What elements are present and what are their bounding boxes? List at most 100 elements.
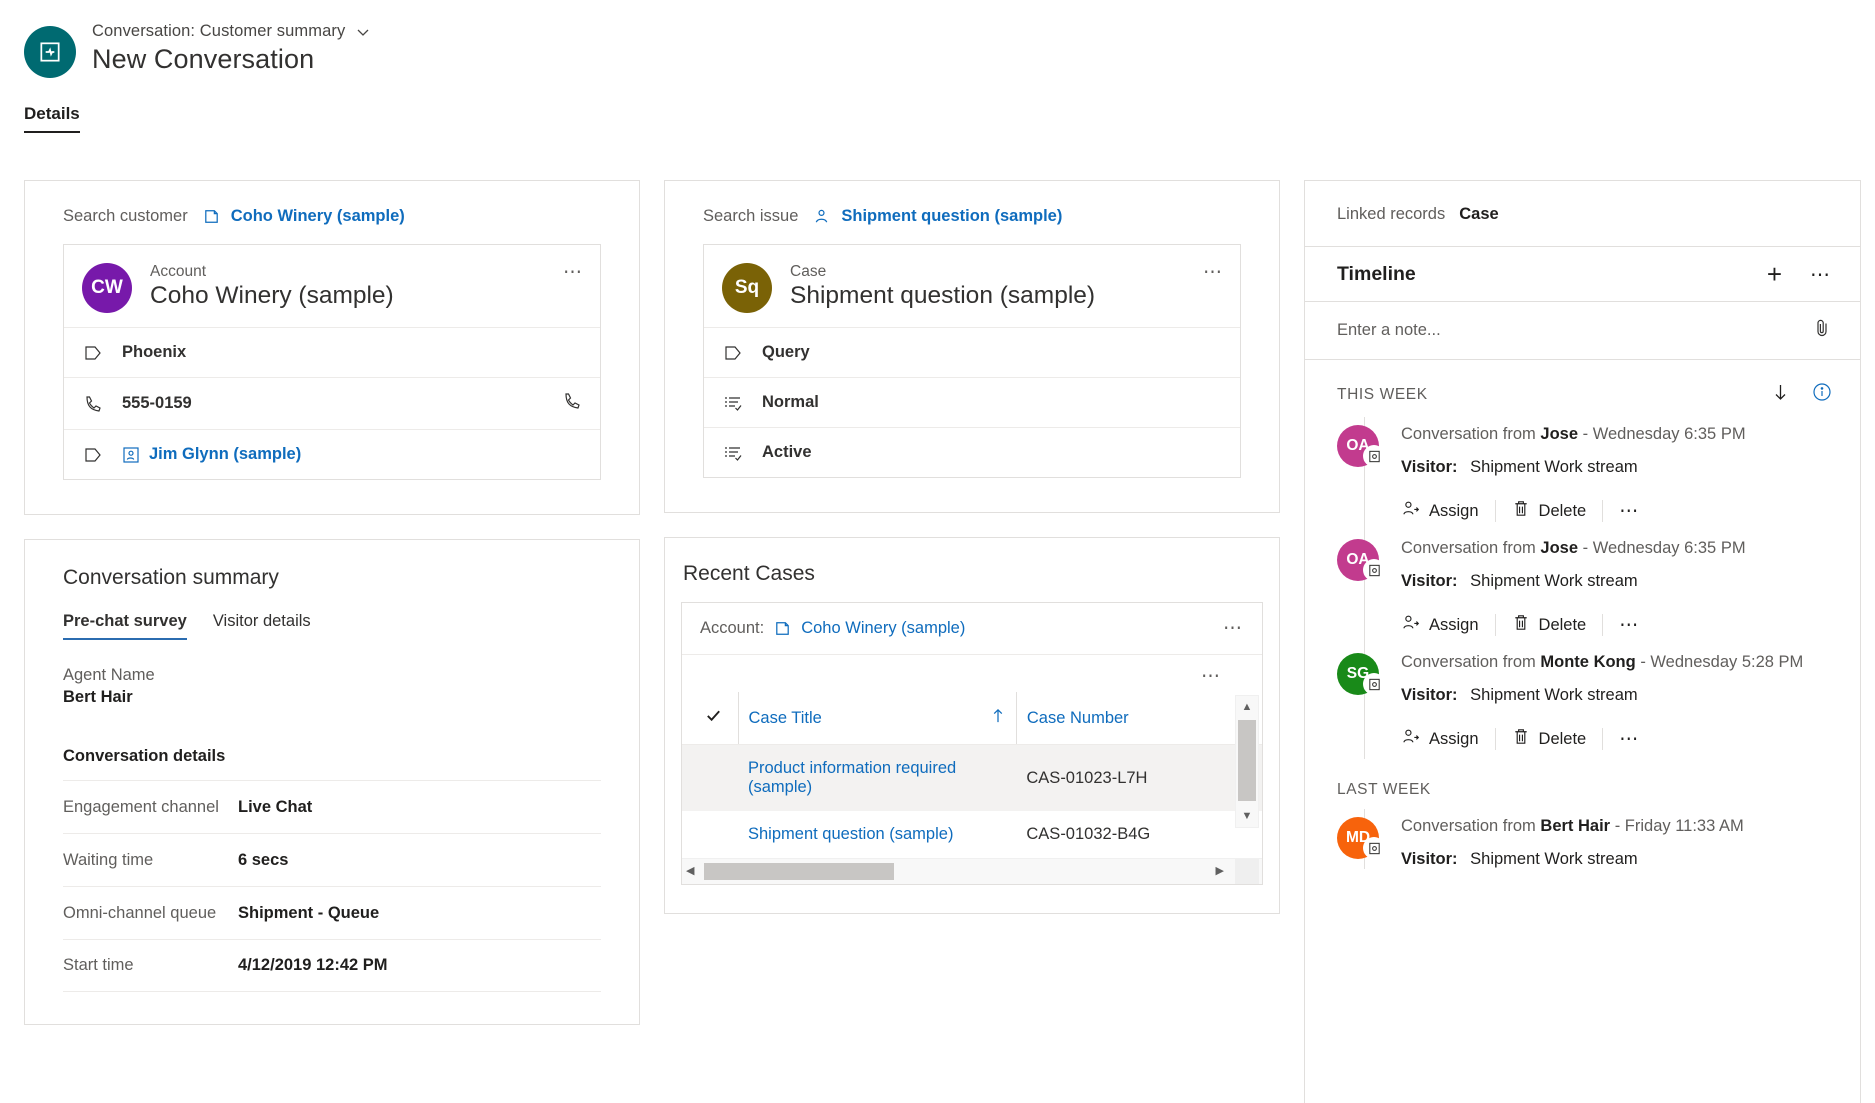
delete-button[interactable]: Delete xyxy=(1512,499,1603,523)
recent-cases-grid-wrap: Case Title Case Number xyxy=(682,692,1262,858)
assign-label: Assign xyxy=(1429,502,1479,521)
recent-cases-account-link[interactable]: Coho Winery (sample) xyxy=(801,619,965,638)
timeline-section-label: LAST WEEK xyxy=(1337,781,1431,799)
location-icon xyxy=(82,344,104,362)
delete-button[interactable]: Delete xyxy=(1512,613,1603,637)
case-card: Sq Case Shipment question (sample) ⋯ Que… xyxy=(703,244,1241,478)
ellipsis-icon[interactable]: ⋯ xyxy=(1619,614,1640,637)
action-separator xyxy=(1495,500,1496,522)
assign-button[interactable]: Assign xyxy=(1401,727,1495,751)
search-customer-label: Search customer xyxy=(63,207,188,226)
timeline-item-author: Monte Kong xyxy=(1540,653,1635,671)
account-contact-link[interactable]: Jim Glynn (sample) xyxy=(122,445,301,464)
conversation-summary-body: Agent Name Bert Hair Conversation detail… xyxy=(25,666,639,1024)
row-select-cell[interactable] xyxy=(682,811,738,858)
timeline-section-header: LAST WEEK xyxy=(1305,759,1860,809)
plus-icon[interactable]: + xyxy=(1767,261,1782,287)
linked-records-value[interactable]: Case xyxy=(1459,205,1498,224)
timeline-item-author: Jose xyxy=(1540,425,1578,443)
recent-cases-title: Recent Cases xyxy=(665,538,1279,586)
vertical-scroll-thumb[interactable] xyxy=(1238,720,1256,801)
row-select-cell[interactable] xyxy=(682,745,738,812)
account-entity-icon xyxy=(773,619,792,638)
case-row-priority: Normal xyxy=(704,377,1240,427)
row-case-title-link[interactable]: Shipment question (sample) xyxy=(748,825,953,843)
row-case-title-link[interactable]: Product information required (sample) xyxy=(748,759,956,796)
timeline-item[interactable]: MD Conversation from Bert Hair xyxy=(1337,809,1860,869)
grid-vertical-scrollbar[interactable]: ▲ ▼ xyxy=(1235,695,1259,828)
timeline-item-content: Conversation from Jose - Wednesday 6:35 … xyxy=(1393,425,1832,531)
timeline-item[interactable]: SG Conversation from Monte Kong xyxy=(1337,645,1860,759)
ellipsis-icon[interactable]: ⋯ xyxy=(1619,728,1640,751)
timeline-item[interactable]: OA Conversation from Jose - xyxy=(1337,531,1860,645)
grid-command-ellipsis-icon[interactable]: ⋯ xyxy=(682,654,1262,692)
ellipsis-icon[interactable]: ⋯ xyxy=(1619,500,1640,523)
delete-label: Delete xyxy=(1539,616,1587,635)
row-case-number-cell: CAS-01023-L7H xyxy=(1016,745,1262,812)
timeline-item-dash: - xyxy=(1583,539,1589,557)
table-row[interactable]: Product information required (sample) CA… xyxy=(682,745,1262,812)
search-issue-link[interactable]: Shipment question (sample) xyxy=(841,207,1062,226)
account-row-phone: 555-0159 xyxy=(64,377,600,429)
grid-col-case-title[interactable]: Case Title xyxy=(738,692,1016,745)
timeline-item-field: Visitor: Shipment Work stream xyxy=(1401,572,1832,591)
scroll-up-arrow-icon[interactable]: ▲ xyxy=(1236,696,1258,718)
case-card-ellipsis-icon[interactable]: ⋯ xyxy=(1203,261,1224,284)
row-case-title-cell[interactable]: Shipment question (sample) xyxy=(738,811,1016,858)
timeline-header-actions: + ⋯ xyxy=(1767,261,1832,287)
chevron-down-icon[interactable] xyxy=(355,24,371,40)
info-icon[interactable] xyxy=(1812,382,1832,407)
detail-row: Omni-channel queue Shipment - Queue xyxy=(63,886,601,939)
timeline-section-label: THIS WEEK xyxy=(1337,386,1428,404)
case-row-type: Query xyxy=(704,327,1240,377)
action-separator xyxy=(1602,614,1603,636)
search-customer-value[interactable]: Coho Winery (sample) xyxy=(202,207,405,226)
priority-icon xyxy=(722,444,744,462)
conversation-summary-title: Conversation summary xyxy=(25,540,639,590)
timeline-header: Timeline + ⋯ xyxy=(1305,246,1860,301)
horizontal-scroll-thumb[interactable] xyxy=(704,863,894,880)
grid-header-row: Case Title Case Number xyxy=(682,692,1262,745)
detail-key: Start time xyxy=(63,956,238,975)
timeline-item[interactable]: OA Conversation from Jose - xyxy=(1337,417,1860,531)
grid-col-case-number[interactable]: Case Number xyxy=(1016,692,1262,745)
assign-user-icon xyxy=(1401,727,1420,751)
ellipsis-icon[interactable]: ⋯ xyxy=(1810,262,1832,287)
search-customer-row: Search customer Coho Winery (sample) xyxy=(25,181,639,244)
search-customer-link[interactable]: Coho Winery (sample) xyxy=(231,207,405,226)
recent-cases-account-label: Account: xyxy=(700,619,764,638)
scroll-down-arrow-icon[interactable]: ▼ xyxy=(1236,805,1258,827)
timeline-note-input[interactable]: Enter a note... xyxy=(1305,301,1860,360)
scroll-left-arrow-icon[interactable]: ◀ xyxy=(686,864,694,877)
breadcrumb-label: Conversation: Customer summary xyxy=(92,22,345,41)
tab-details[interactable]: Details xyxy=(24,104,80,133)
breadcrumb[interactable]: Conversation: Customer summary xyxy=(92,22,371,41)
tab-pre-chat-survey[interactable]: Pre-chat survey xyxy=(63,612,187,640)
case-type-value: Query xyxy=(762,343,810,362)
account-card-ellipsis-icon[interactable]: ⋯ xyxy=(563,261,584,284)
row-case-title-cell[interactable]: Product information required (sample) xyxy=(738,745,1016,812)
recent-cases-ellipsis-icon[interactable]: ⋯ xyxy=(1223,617,1244,640)
table-row[interactable]: Shipment question (sample) CAS-01032-B4G xyxy=(682,811,1262,858)
sort-descending-icon[interactable] xyxy=(1771,382,1790,407)
account-card-title-block: Account Coho Winery (sample) xyxy=(150,263,394,310)
timeline-item-content: Conversation from Jose - Wednesday 6:35 … xyxy=(1393,539,1832,645)
search-issue-value[interactable]: Shipment question (sample) xyxy=(812,207,1062,226)
paperclip-icon[interactable] xyxy=(1812,318,1832,343)
app-root: Conversation: Customer summary New Conve… xyxy=(0,0,1875,1103)
action-separator xyxy=(1495,614,1496,636)
tab-visitor-details[interactable]: Visitor details xyxy=(213,612,311,640)
tabstrip: Details xyxy=(24,104,1875,133)
scroll-right-arrow-icon[interactable]: ▶ xyxy=(1216,864,1224,877)
timeline-item-dash: - xyxy=(1640,653,1646,671)
select-all-checkmark-icon[interactable] xyxy=(682,692,738,745)
timeline-item-prefix: Conversation from xyxy=(1401,653,1536,671)
delete-button[interactable]: Delete xyxy=(1512,727,1603,751)
middle-column: Search issue Shipment question (sample) … xyxy=(664,180,1280,1103)
assign-button[interactable]: Assign xyxy=(1401,499,1495,523)
assign-label: Assign xyxy=(1429,616,1479,635)
case-priority-value: Normal xyxy=(762,393,819,412)
assign-button[interactable]: Assign xyxy=(1401,613,1495,637)
call-phone-icon[interactable] xyxy=(562,391,582,416)
grid-horizontal-scrollbar[interactable]: ◀ ▶ xyxy=(682,858,1262,884)
